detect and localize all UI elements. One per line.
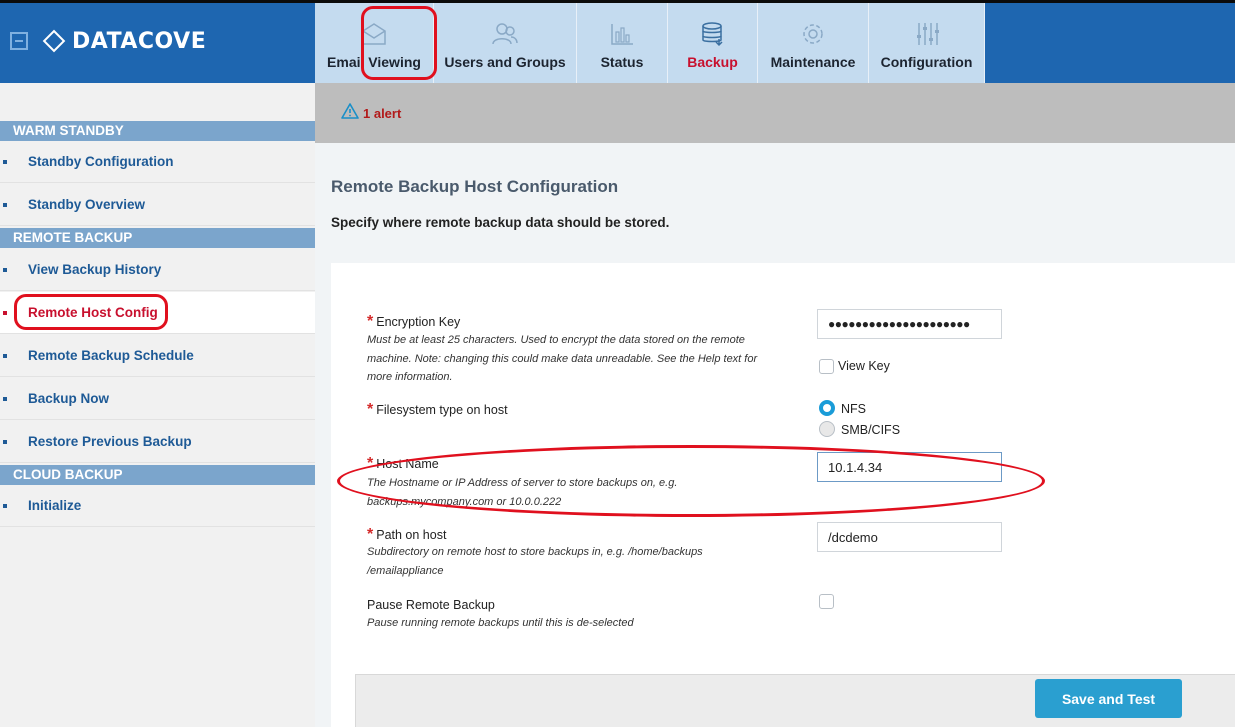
encryption-key-input[interactable]: ●●●●●●●●●●●●●●●●●●●●● (817, 309, 1002, 339)
tab-configuration[interactable]: Configuration (869, 3, 985, 83)
sidebar-item-remote-host-config[interactable]: Remote Host Config (0, 292, 315, 334)
filesystem-label: * Filesystem type on host (367, 401, 508, 418)
sidebar-section-warm-standby: WARM STANDBY (0, 121, 315, 141)
tab-label: Configuration (880, 54, 973, 70)
main-content: Remote Backup Host Configuration Specify… (315, 143, 1235, 727)
required-asterisk-icon: * (367, 526, 374, 543)
pause-checkbox[interactable] (819, 594, 834, 609)
required-asterisk-icon: * (367, 401, 374, 418)
bullet-icon (3, 311, 7, 315)
filesystem-smb-radio[interactable] (819, 421, 835, 437)
gear-icon (800, 20, 826, 48)
tab-label: Users and Groups (444, 54, 566, 70)
tab-label: Status (600, 54, 644, 70)
tab-label: Email Viewing (327, 54, 421, 70)
pause-label: Pause Remote Backup (367, 598, 495, 612)
smb-label: SMB/CIFS (841, 423, 901, 437)
sidebar-item-label: Standby Configuration (28, 154, 174, 169)
config-form-panel: * Encryption Key Must be at least 25 char… (331, 263, 1235, 727)
collapse-sidebar-icon[interactable] (10, 32, 28, 50)
sidebar-section-remote-backup: REMOTE BACKUP (0, 228, 315, 248)
sidebar-item-backup-now[interactable]: Backup Now (0, 378, 315, 420)
bullet-icon (3, 160, 7, 164)
encryption-key-label: * Encryption Key (367, 313, 461, 330)
pause-help: Pause running remote backups until this … (367, 617, 634, 629)
brand: DATACOVE (10, 26, 206, 56)
sidebar: WARM STANDBY Standby Configuration Stand… (0, 83, 315, 727)
sidebar-item-view-backup-history[interactable]: View Backup History (0, 249, 315, 291)
path-input[interactable]: /dcdemo (817, 522, 1002, 552)
filesystem-nfs-radio[interactable] (819, 400, 835, 416)
sidebar-section-cloud-backup: CLOUD BACKUP (0, 465, 315, 485)
users-icon (491, 20, 519, 48)
bullet-icon (3, 440, 7, 444)
tab-status[interactable]: Status (577, 3, 668, 83)
required-asterisk-icon: * (367, 455, 374, 472)
page-subtitle: Specify where remote backup data should … (331, 215, 670, 230)
sliders-icon (914, 20, 940, 48)
bullet-icon (3, 354, 7, 358)
sidebar-item-label: Initialize (28, 498, 82, 513)
host-name-input[interactable]: 10.1.4.34 (817, 452, 1002, 482)
bar-chart-icon (609, 20, 635, 48)
sidebar-item-standby-overview[interactable]: Standby Overview (0, 184, 315, 226)
nfs-label: NFS (841, 402, 866, 416)
bullet-icon (3, 504, 7, 508)
brand-name: DATACOVE (72, 28, 207, 54)
tab-users-and-groups[interactable]: Users and Groups (434, 3, 577, 83)
bullet-icon (3, 268, 7, 272)
sidebar-item-label: Remote Host Config (28, 305, 158, 320)
tab-label: Maintenance (770, 54, 856, 70)
bullet-icon (3, 397, 7, 401)
alert-bar: 1 alert (315, 83, 1235, 143)
sidebar-item-remote-backup-schedule[interactable]: Remote Backup Schedule (0, 335, 315, 377)
warning-icon[interactable] (341, 102, 359, 124)
tab-email-viewing[interactable]: Email Viewing (315, 3, 434, 83)
sidebar-item-label: Remote Backup Schedule (28, 348, 194, 363)
tab-maintenance[interactable]: Maintenance (758, 3, 869, 83)
database-icon (700, 20, 726, 48)
tab-backup[interactable]: Backup (668, 3, 758, 83)
sidebar-item-label: Backup Now (28, 391, 110, 406)
view-key-checkbox[interactable] (819, 359, 834, 374)
logo-diamond-icon (42, 29, 66, 53)
path-help: Subdirectory on remote host to store bac… (367, 546, 703, 577)
page-title: Remote Backup Host Configuration (331, 177, 619, 196)
sidebar-item-initialize[interactable]: Initialize (0, 485, 315, 527)
sidebar-item-restore-previous-backup[interactable]: Restore Previous Backup (0, 421, 315, 463)
save-and-test-button[interactable]: Save and Test (1035, 679, 1182, 718)
tab-label: Backup (687, 54, 738, 70)
host-name-help: The Hostname or IP Address of server to … (367, 477, 678, 508)
main-tabs: Email Viewing Users and Groups Status Ba… (315, 3, 985, 83)
host-name-label: * Host Name (367, 455, 439, 472)
encryption-key-help: Must be at least 25 characters. Used to … (367, 334, 758, 383)
bullet-icon (3, 203, 7, 207)
path-label: * Path on host (367, 526, 447, 543)
sidebar-item-label: Restore Previous Backup (28, 434, 192, 449)
alert-link[interactable]: 1 alert (363, 106, 401, 121)
view-key-label: View Key (838, 359, 890, 373)
sidebar-item-label: Standby Overview (28, 197, 146, 212)
sidebar-item-standby-configuration[interactable]: Standby Configuration (0, 141, 315, 183)
required-asterisk-icon: * (367, 313, 374, 330)
envelope-icon (361, 20, 387, 48)
sidebar-item-label: View Backup History (28, 262, 162, 277)
